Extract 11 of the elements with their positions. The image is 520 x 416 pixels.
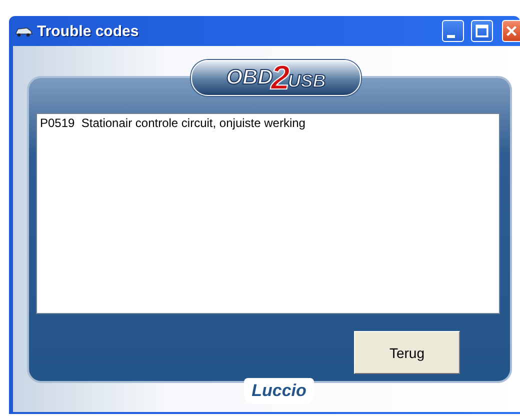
maximize-icon (473, 22, 491, 40)
footer-logo: Luccio (244, 378, 314, 404)
window-title: Trouble codes (37, 22, 139, 40)
code-row[interactable]: P0519 Stationair controle circuit, onjuiste werking (40, 116, 496, 130)
minimize-icon (447, 34, 455, 38)
car-icon (15, 25, 33, 37)
logo-badge: OBD2USB (191, 60, 361, 96)
back-button[interactable]: Terug (354, 331, 460, 374)
minimize-button[interactable] (442, 20, 464, 42)
close-button[interactable] (502, 20, 520, 42)
maximize-button[interactable] (471, 20, 493, 42)
